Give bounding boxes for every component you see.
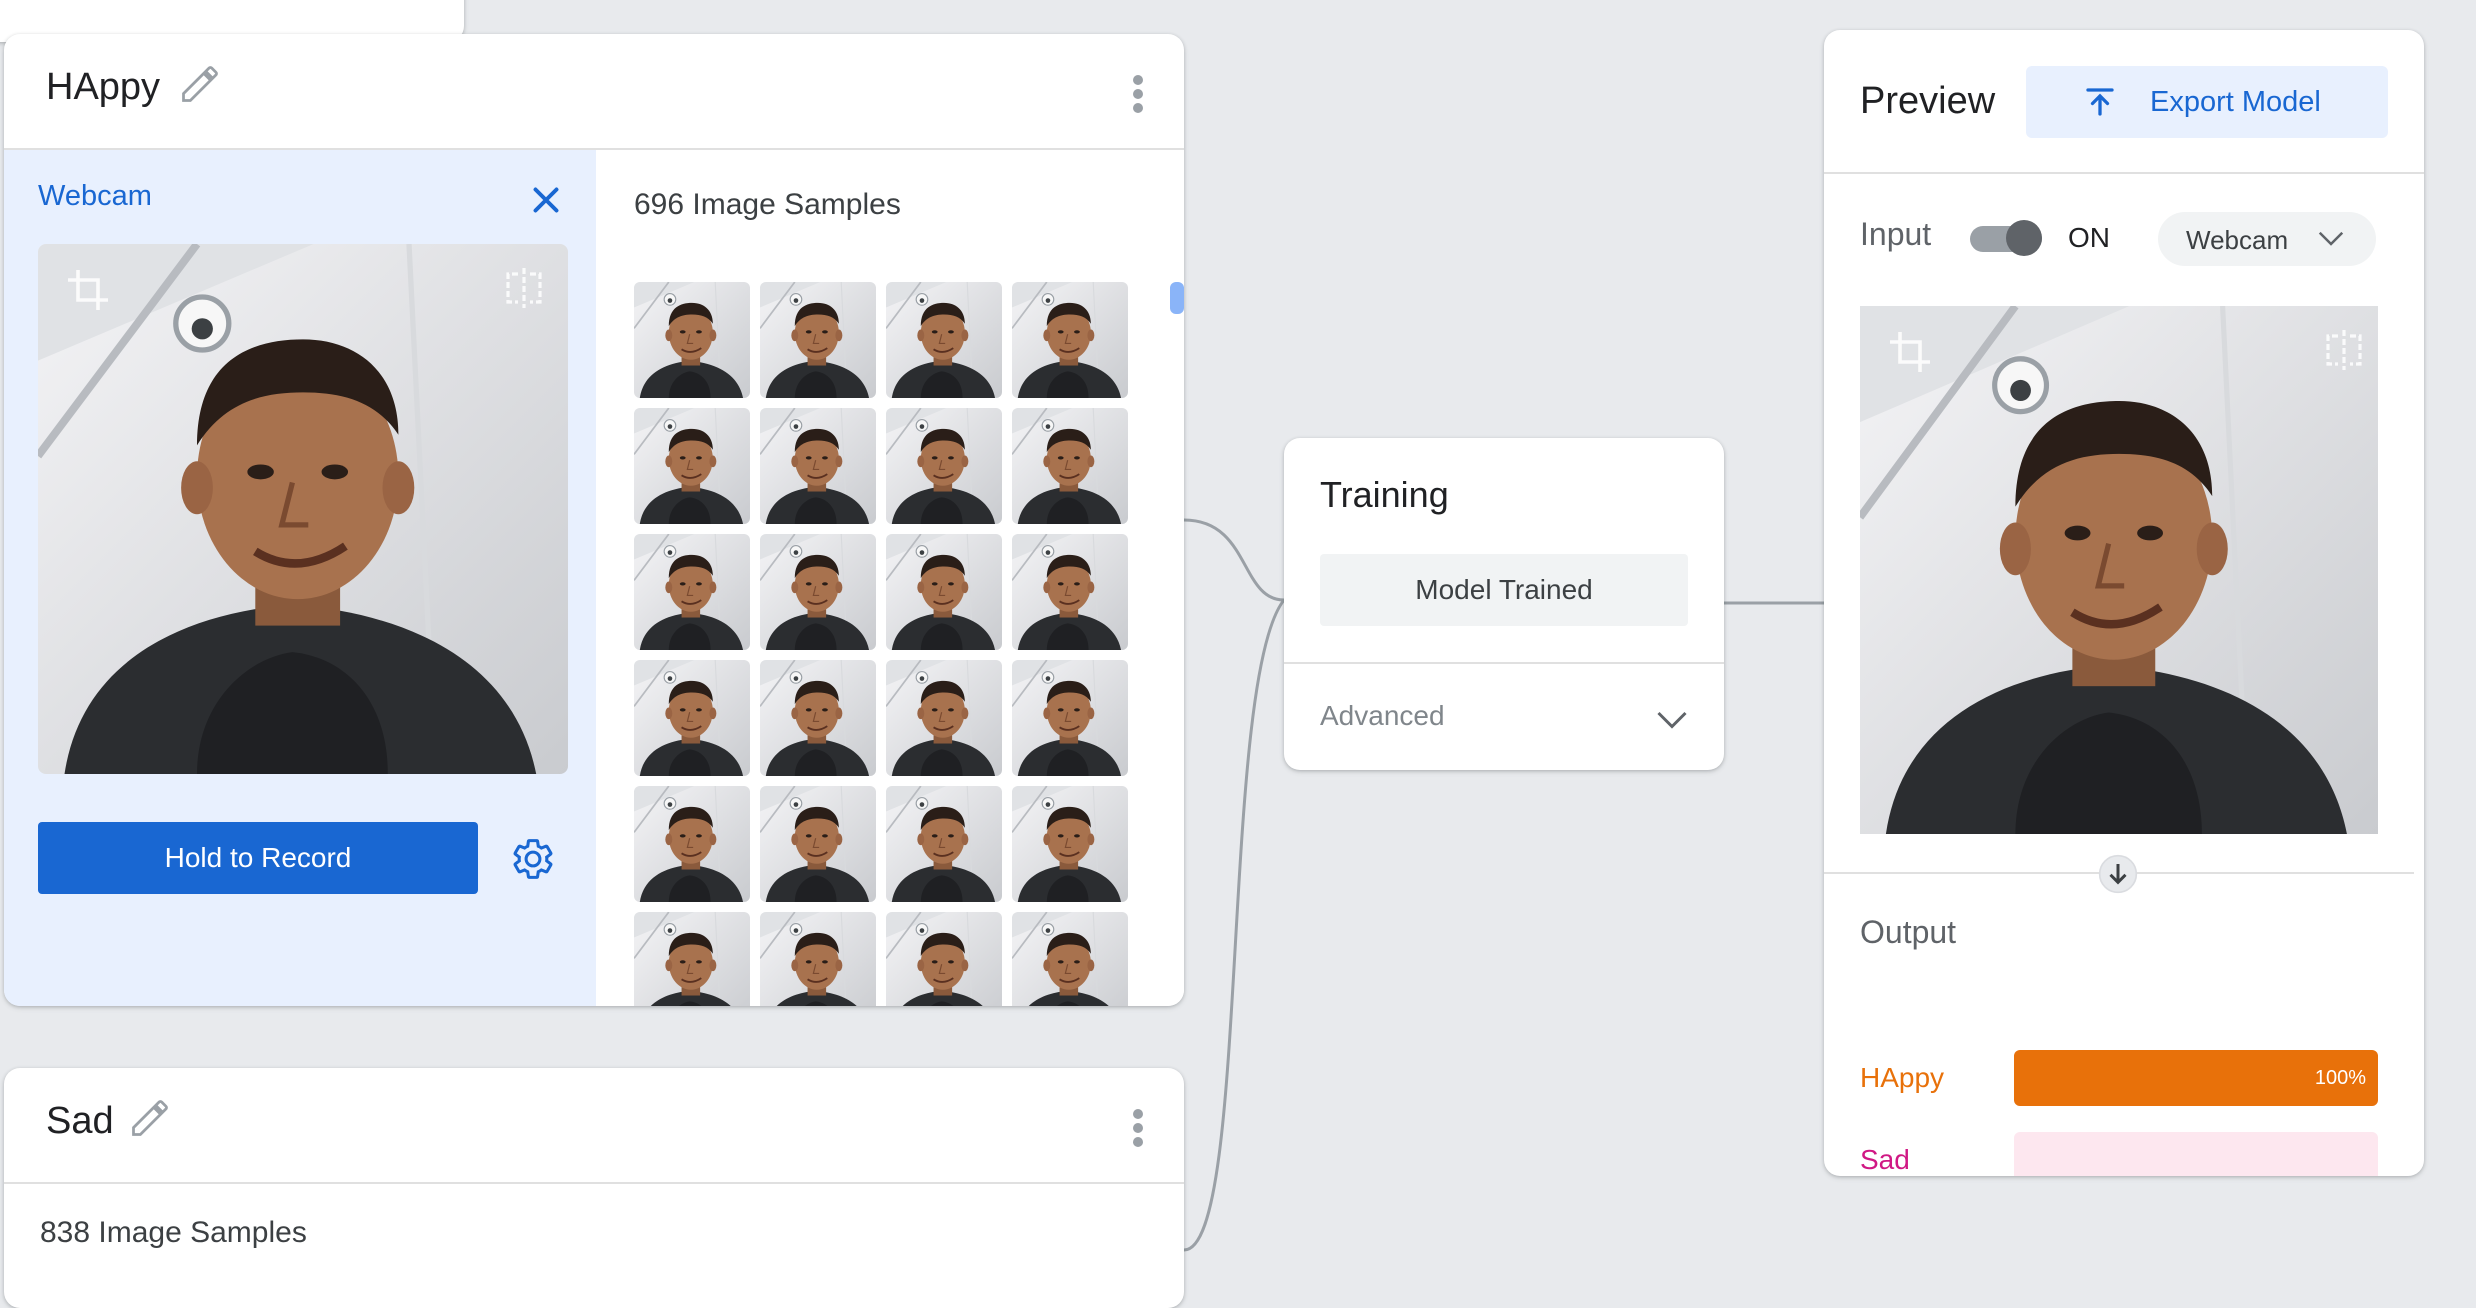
webcam-pane: Webcam Hold to Record xyxy=(4,150,596,1006)
sample-thumbnail[interactable] xyxy=(634,660,750,776)
sample-thumbnail[interactable] xyxy=(1012,282,1128,398)
flip-icon[interactable] xyxy=(2320,326,2368,374)
chevron-down-icon[interactable] xyxy=(1654,704,1690,734)
sample-thumbnail[interactable] xyxy=(886,660,1002,776)
divider xyxy=(1824,172,2424,174)
sample-thumbnail[interactable] xyxy=(1012,660,1128,776)
arrow-down-icon xyxy=(2098,854,2138,894)
sample-thumbnail[interactable] xyxy=(634,282,750,398)
crop-icon[interactable] xyxy=(1886,328,1934,376)
input-source-value: Webcam xyxy=(2186,225,2289,255)
kebab-icon[interactable] xyxy=(1132,1108,1144,1148)
sample-thumbnail[interactable] xyxy=(886,534,1002,650)
crop-icon[interactable] xyxy=(64,266,112,314)
sample-thumbnail[interactable] xyxy=(886,912,1002,1006)
training-card: Training Model Trained Advanced xyxy=(1284,438,1724,770)
class-header: HAppy xyxy=(4,34,1184,150)
thumbnail-grid xyxy=(634,282,1166,1006)
preview-title: Preview xyxy=(1860,80,1996,122)
export-model-button[interactable]: Export Model xyxy=(2026,66,2388,138)
webcam-image xyxy=(38,244,568,774)
advanced-toggle[interactable]: Advanced xyxy=(1320,700,1445,732)
class-card-sad: Sad 838 Image Samples xyxy=(4,1068,1184,1308)
kebab-icon[interactable] xyxy=(1132,74,1144,114)
preview-view xyxy=(1860,306,2378,834)
input-source-select[interactable]: Webcam xyxy=(2158,212,2376,266)
output-class-label: Sad xyxy=(1860,1144,1910,1175)
samples-count: 838 Image Samples xyxy=(40,1216,307,1249)
class-header: Sad xyxy=(4,1068,1184,1184)
output-class-label: HAppy xyxy=(1860,1062,1945,1093)
sample-thumbnail[interactable] xyxy=(1012,534,1128,650)
toggle-state: ON xyxy=(2068,222,2110,253)
input-toggle[interactable] xyxy=(1970,220,2042,256)
sample-thumbnail[interactable] xyxy=(760,282,876,398)
divider xyxy=(1284,662,1724,664)
scrollbar[interactable] xyxy=(1170,282,1184,314)
sample-thumbnail[interactable] xyxy=(760,534,876,650)
sample-thumbnail[interactable] xyxy=(760,408,876,524)
class-name[interactable]: HAppy xyxy=(46,66,160,109)
samples-pane: 696 Image Samples xyxy=(596,150,1184,1006)
sample-thumbnail[interactable] xyxy=(634,912,750,1006)
webcam-label: Webcam xyxy=(38,180,152,212)
preview-card: Preview Export Model Input ON Webcam Out… xyxy=(1824,30,2424,1176)
export-model-label: Export Model xyxy=(2150,86,2321,118)
flip-icon[interactable] xyxy=(500,264,548,312)
webcam-view xyxy=(38,244,568,774)
confidence-percent: 100% xyxy=(2314,1067,2366,1089)
chevron-down-icon xyxy=(2318,231,2344,246)
confidence-bar xyxy=(2014,1132,2378,1176)
class-card-happy: HAppy Webcam Hold to Record 696 Image Sa… xyxy=(4,34,1184,1006)
toggle-knob xyxy=(2006,220,2042,256)
sample-thumbnail[interactable] xyxy=(886,408,1002,524)
sample-thumbnail[interactable] xyxy=(1012,408,1128,524)
gear-icon[interactable] xyxy=(510,836,556,882)
confidence-bar: 100% xyxy=(2014,1050,2378,1106)
pencil-icon[interactable] xyxy=(178,62,222,106)
sample-thumbnail[interactable] xyxy=(634,534,750,650)
sample-thumbnail[interactable] xyxy=(760,660,876,776)
output-label: Output xyxy=(1860,914,1957,950)
samples-count: 696 Image Samples xyxy=(634,188,901,221)
close-icon[interactable] xyxy=(528,182,564,218)
training-title: Training xyxy=(1320,474,1449,515)
sample-thumbnail[interactable] xyxy=(886,282,1002,398)
sample-thumbnail[interactable] xyxy=(760,786,876,902)
hold-to-record-button[interactable]: Hold to Record xyxy=(38,822,478,894)
class-name[interactable]: Sad xyxy=(46,1100,114,1143)
pencil-icon[interactable] xyxy=(128,1096,172,1140)
sample-thumbnail[interactable] xyxy=(634,786,750,902)
preview-image xyxy=(1860,306,2378,834)
model-trained-button[interactable]: Model Trained xyxy=(1320,554,1688,626)
input-label: Input xyxy=(1860,216,1932,252)
sample-thumbnail[interactable] xyxy=(1012,912,1128,1006)
sample-thumbnail[interactable] xyxy=(886,786,1002,902)
sample-thumbnail[interactable] xyxy=(760,912,876,1006)
sample-thumbnail[interactable] xyxy=(1012,786,1128,902)
export-icon xyxy=(2086,88,2114,116)
sample-thumbnail[interactable] xyxy=(634,408,750,524)
